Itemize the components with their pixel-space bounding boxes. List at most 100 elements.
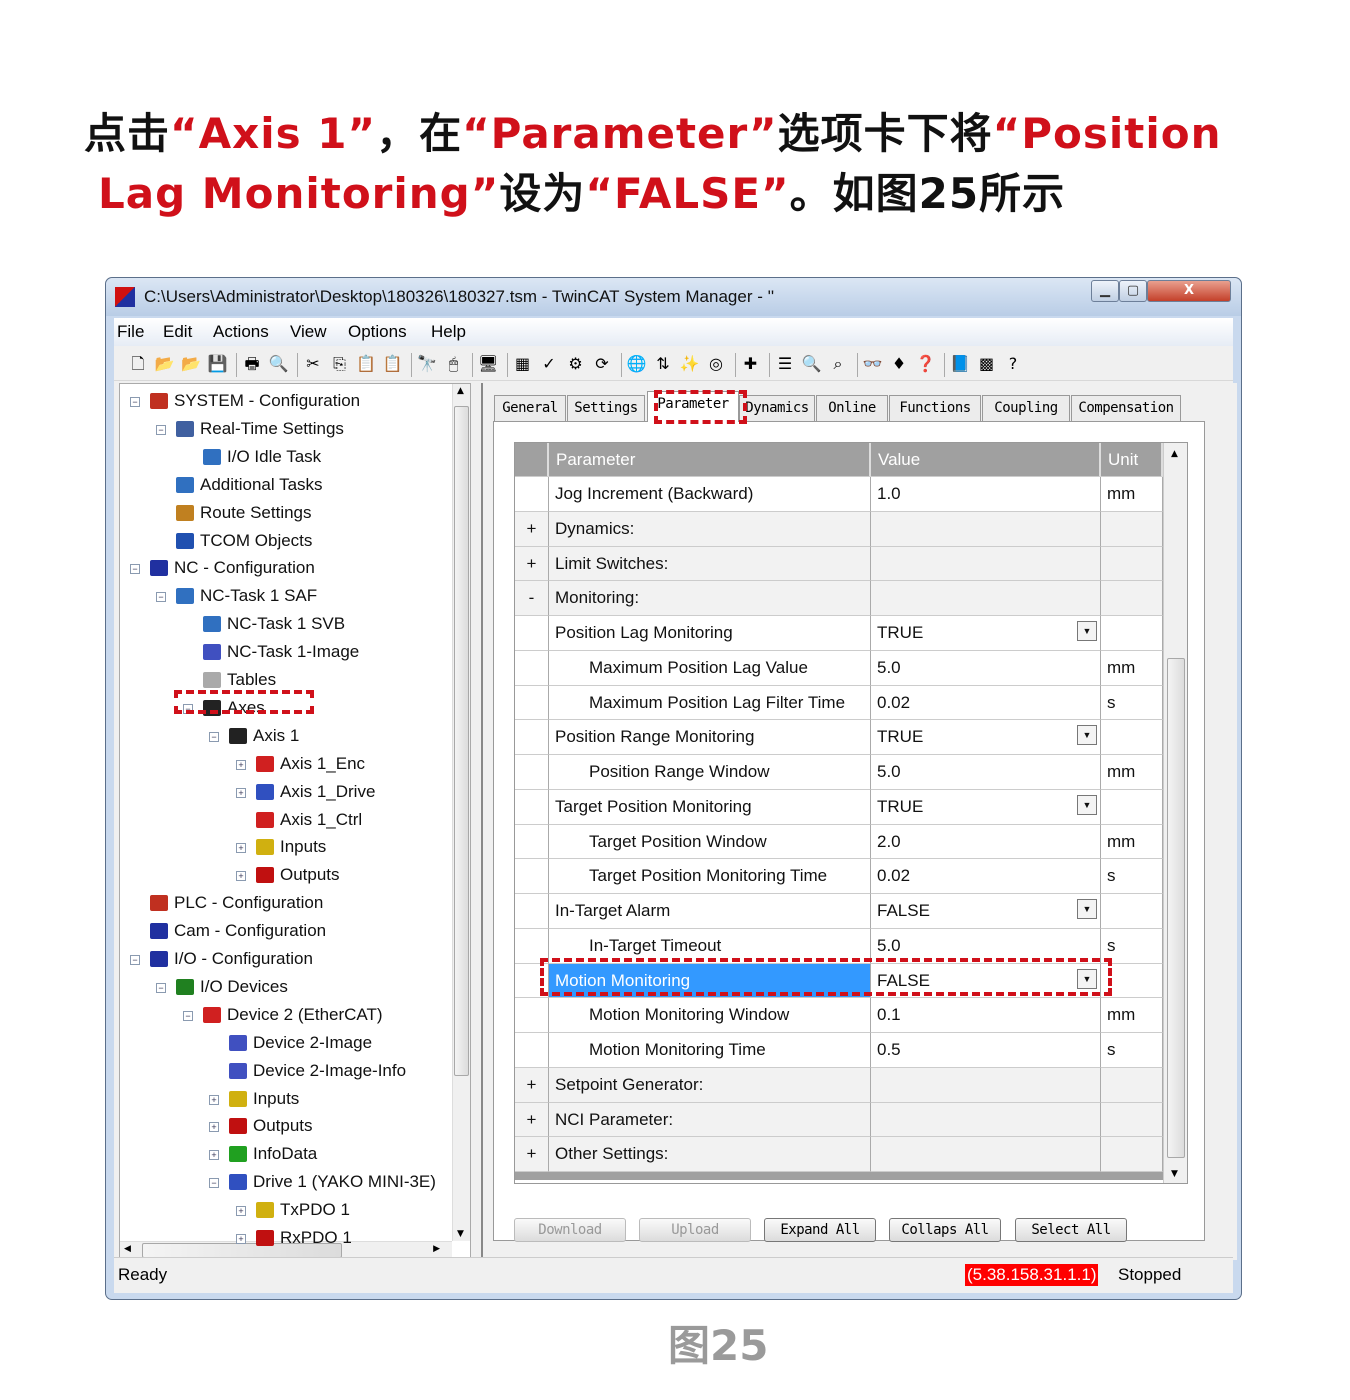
restart-run-icon[interactable]: ⟳ [592, 354, 612, 374]
dropdown-arrow-icon[interactable]: ▼ [1077, 899, 1097, 919]
tree-item[interactable]: + InfoData [120, 1143, 450, 1167]
tree-vscroll-thumb[interactable] [454, 406, 469, 1076]
tab-compensation[interactable]: Compensation [1071, 395, 1181, 421]
parameter-value[interactable] [871, 511, 1101, 547]
collapse-icon[interactable]: − [209, 1178, 219, 1189]
toggle-free-run-icon[interactable]: ⌕ [828, 354, 848, 374]
tree-item[interactable]: Device 2-Image-Info [120, 1060, 450, 1084]
select-all-button[interactable]: Select All [1015, 1218, 1127, 1242]
collapse-icon[interactable]: − [183, 1010, 193, 1021]
dropdown-arrow-icon[interactable]: ▼ [1077, 968, 1097, 989]
mouse-icon[interactable]: 🖱 [444, 354, 464, 374]
collapse-icon[interactable]: − [130, 564, 140, 575]
tree-item[interactable]: Cam - Configuration [120, 920, 450, 944]
online-icon[interactable]: ♦ [889, 354, 909, 374]
parameter-value[interactable]: TRUE ▼ [871, 616, 1101, 651]
tab-coupling[interactable]: Coupling [982, 395, 1070, 421]
dropdown-arrow-icon[interactable]: ▼ [1077, 794, 1097, 815]
expand-icon[interactable]: + [209, 1122, 219, 1133]
generate-mappings-icon[interactable]: ▦ [513, 354, 533, 374]
row-marker-expand[interactable]: + [515, 511, 549, 547]
tree-item[interactable]: + Outputs [120, 1115, 450, 1139]
copy-icon[interactable]: ⎘ [330, 354, 350, 374]
row-marker-expand[interactable]: + [515, 1137, 549, 1172]
parameter-value[interactable] [871, 581, 1101, 616]
activate-config-icon[interactable]: ⚙ [566, 354, 586, 374]
open-folder-icon[interactable]: 📂 [155, 354, 175, 374]
tab-settings[interactable]: Settings [567, 395, 645, 421]
menu-view[interactable]: View [290, 322, 327, 342]
tree-item[interactable]: NC-Task 1 SVB [120, 613, 450, 637]
tree-item[interactable]: + Inputs [120, 836, 450, 860]
tree-item[interactable]: − I/O Devices [120, 976, 450, 1000]
parameter-value[interactable] [871, 1137, 1101, 1172]
zoom-icon[interactable]: 🔍 [802, 354, 822, 374]
tree-item[interactable]: − Real-Time Settings [120, 418, 450, 442]
row-marker-expand[interactable]: + [515, 546, 549, 582]
parameter-value[interactable]: 5.0 [871, 650, 1101, 686]
collaps-all-button[interactable]: Collaps All [889, 1218, 1001, 1242]
expand-icon[interactable]: + [236, 1206, 246, 1217]
download-button[interactable]: Download [514, 1218, 626, 1242]
save-icon[interactable]: 💾 [208, 354, 228, 374]
expand-icon[interactable]: + [236, 871, 246, 882]
new-file-icon[interactable]: 🗋 [128, 354, 148, 374]
expand-icon[interactable]: + [209, 1094, 219, 1105]
tree-item[interactable]: + TxPDO 1 [120, 1199, 450, 1223]
expand-icon[interactable]: + [236, 843, 246, 854]
tree-item[interactable]: NC-Task 1-Image [120, 641, 450, 665]
collapse-icon[interactable]: − [130, 397, 140, 407]
menu-edit[interactable]: Edit [163, 322, 192, 342]
expand-icon[interactable]: + [236, 759, 246, 770]
parameter-value[interactable]: FALSE ▼ [871, 894, 1101, 929]
tree-item[interactable]: + Axis 1_Enc [120, 753, 450, 777]
tree-item[interactable]: Additional Tasks [120, 474, 450, 498]
parameter-value[interactable] [871, 1067, 1101, 1103]
collapse-icon[interactable]: − [156, 424, 166, 435]
row-marker-collapse[interactable]: - [515, 581, 549, 616]
expand-all-button[interactable]: Expand All [764, 1218, 876, 1242]
column-header-unit[interactable]: Unit [1101, 443, 1163, 477]
tree-item[interactable]: − Axes [120, 697, 450, 721]
tree-item[interactable]: − I/O - Configuration [120, 948, 450, 972]
tree-item[interactable]: − Axis 1 [120, 725, 450, 749]
tree-item[interactable]: − Drive 1 (YAKO MINI-3E) [120, 1171, 450, 1195]
tree-item[interactable]: Route Settings [120, 502, 450, 526]
tree-item[interactable]: + RxPDO 1 [120, 1227, 450, 1251]
dropdown-arrow-icon[interactable]: ▼ [1077, 725, 1097, 746]
scan-devices-icon[interactable]: ⇅ [653, 354, 673, 374]
computer-icon[interactable]: 🖥 [478, 354, 498, 374]
parameter-value[interactable]: TRUE ▼ [871, 789, 1101, 825]
menu-help[interactable]: Help [431, 322, 466, 342]
parameter-value[interactable] [871, 546, 1101, 582]
scroll-down-icon[interactable]: ▼ [1171, 1169, 1178, 1179]
tree-item[interactable]: + Inputs [120, 1088, 450, 1112]
collapse-icon[interactable]: − [209, 731, 219, 742]
tree-item[interactable]: Tables [120, 669, 450, 693]
scroll-down-icon[interactable]: ▼ [457, 1229, 464, 1239]
add-icon[interactable]: ✚ [741, 354, 761, 374]
tab-parameter[interactable]: Parameter [647, 391, 739, 422]
watch-icon[interactable]: 👓 [863, 354, 883, 374]
menu-file[interactable]: File [117, 322, 144, 342]
paste-icon[interactable]: 📋 [356, 354, 376, 374]
parameter-value[interactable]: 0.5 [871, 1033, 1101, 1068]
tree-item[interactable]: − Device 2 (EtherCAT) [120, 1004, 450, 1028]
expand-icon[interactable]: + [236, 1234, 246, 1244]
grid-vertical-scrollbar[interactable]: ▲ ▼ [1163, 443, 1187, 1183]
expand-icon[interactable]: + [209, 1150, 219, 1161]
paste-with-links-icon[interactable]: 📋 [383, 354, 403, 374]
parameter-value[interactable]: 0.1 [871, 998, 1101, 1033]
expand-icon[interactable]: + [236, 787, 246, 798]
column-header-parameter[interactable]: Parameter [549, 443, 871, 477]
parameter-value[interactable]: 5.0 [871, 928, 1101, 964]
parameter-value[interactable]: 2.0 [871, 824, 1101, 860]
tab-functions[interactable]: Functions [889, 395, 981, 421]
print-icon[interactable]: 🖶 [242, 354, 262, 374]
list-icon[interactable]: ☰ [775, 354, 795, 374]
collapse-icon[interactable]: − [156, 592, 166, 603]
parameter-value[interactable] [871, 1102, 1101, 1138]
check-icon[interactable]: ✓ [539, 354, 559, 374]
maximize-button[interactable]: ▢ [1119, 280, 1147, 302]
collapse-icon[interactable]: − [130, 955, 140, 965]
